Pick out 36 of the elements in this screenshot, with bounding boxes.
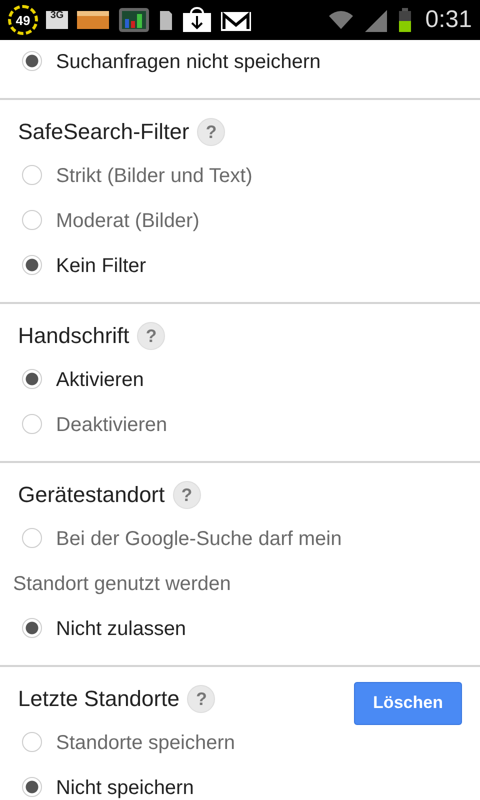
radio-button[interactable] [22, 50, 42, 71]
help-icon[interactable]: ? [187, 685, 216, 713]
radio-button[interactable] [22, 528, 42, 548]
section-title: Gerätestandort [18, 482, 165, 508]
option-label: Strikt (Bilder und Text) [56, 165, 252, 187]
help-icon[interactable]: ? [172, 481, 201, 509]
option-label: Bei der Google-Suche darf mein [56, 528, 342, 550]
radio-button[interactable] [22, 618, 42, 638]
option-label: Deaktivieren [56, 414, 168, 436]
clock-time: 0:31 [425, 6, 472, 34]
radio-button[interactable] [22, 414, 42, 434]
radio-button[interactable] [22, 732, 42, 752]
option-label: Nicht speichern [56, 777, 194, 799]
network-indicator: 3G [46, 11, 68, 29]
download-icon [182, 7, 212, 33]
option-label: Standorte speichern [56, 732, 236, 754]
option-label: Aktivieren [56, 369, 144, 391]
radio-button[interactable] [22, 254, 42, 275]
radio-button[interactable] [22, 776, 42, 797]
option-label: Moderat (Bilder) [56, 210, 200, 232]
help-icon[interactable]: ? [137, 322, 166, 350]
battery-icon [397, 7, 414, 33]
radio-button[interactable] [22, 164, 42, 185]
delete-button[interactable]: Löschen [354, 682, 462, 724]
radio-button[interactable] [22, 210, 42, 230]
option-label: Kein Filter [56, 255, 146, 277]
option-label: Nicht zulassen [56, 618, 186, 640]
chart-icon [118, 7, 150, 33]
section-title: Handschrift [18, 323, 130, 349]
radio-button[interactable] [22, 368, 42, 389]
option-label: Suchanfragen nicht speichern [56, 51, 321, 73]
help-icon[interactable]: ? [197, 118, 226, 146]
option-label: Standort genutzt werden [13, 572, 231, 597]
battery-badge: 49 [8, 5, 38, 35]
section-title: Letzte Standorte [18, 686, 180, 712]
section-title: SafeSearch-Filter [18, 119, 190, 145]
